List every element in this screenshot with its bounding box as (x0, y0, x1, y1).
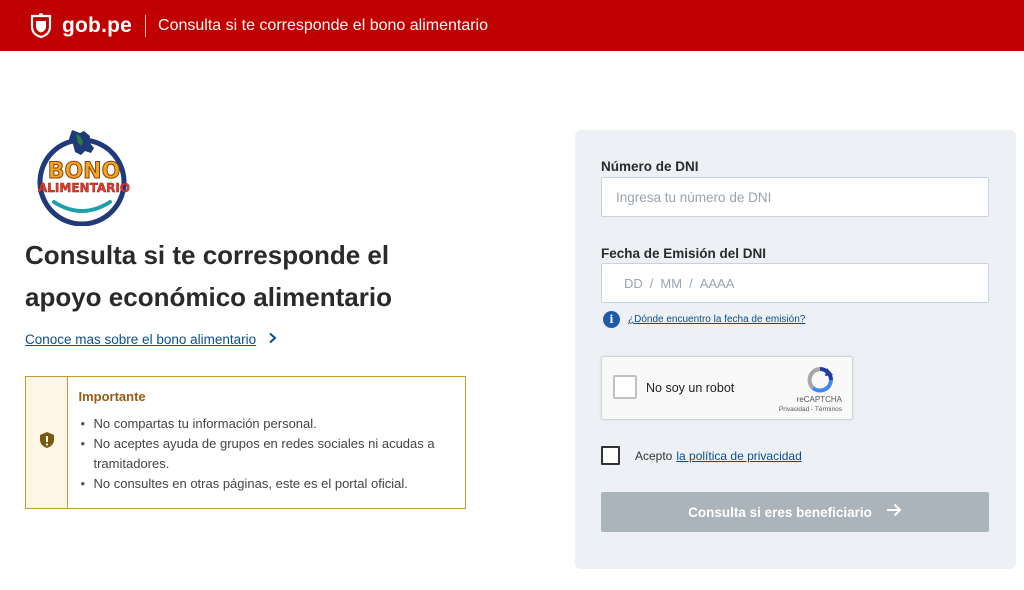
more-info-link-label[interactable]: Conoce mas sobre el bono alimentario (25, 332, 256, 347)
date-separator: / (689, 275, 693, 291)
top-bar: gob.pe Consulta si te corresponde el bon… (0, 0, 1024, 51)
info-icon: i (603, 311, 620, 328)
peru-shield-icon (26, 12, 56, 40)
recaptcha-checkbox[interactable] (613, 375, 637, 399)
privacy-policy-link[interactable]: la política de privacidad (676, 449, 801, 463)
header-divider (145, 14, 147, 37)
arrow-right-icon (886, 502, 902, 522)
privacy-checkbox[interactable] (601, 446, 620, 465)
date-help: i ¿Dónde encuentro la fecha de emisión? (603, 311, 805, 328)
submit-button-label: Consulta si eres beneficiario (688, 504, 872, 520)
chevron-right-icon (268, 331, 277, 347)
page-title: Consulta si te corresponde el apoyo econ… (25, 240, 392, 312)
important-notice: Importante No compartas tu información p… (25, 376, 466, 509)
date-separator: / (649, 275, 654, 291)
more-info-link[interactable]: Conoce mas sobre el bono alimentario (25, 331, 277, 347)
dni-input[interactable] (601, 177, 989, 217)
notice-list: No compartas tu información personal. No… (78, 414, 455, 494)
recaptcha-widget: No soy un robot reCAPTCHA Privacidad - T… (601, 356, 853, 420)
recaptcha-label: No soy un robot (646, 381, 735, 395)
notice-item: No aceptes ayuda de grupos en redes soci… (78, 434, 455, 474)
date-year-placeholder: AAAA (699, 275, 735, 291)
issue-date-input[interactable]: DD / MM / AAAA (601, 263, 989, 303)
warning-shield-icon (39, 431, 55, 454)
recaptcha-brand: reCAPTCHA (796, 395, 842, 404)
bono-alimentario-logo: BONO ALIMENTARIO (32, 126, 136, 227)
date-label: Fecha de Emisión del DNI (601, 246, 767, 261)
date-day-placeholder: DD (624, 275, 643, 291)
submit-button[interactable]: Consulta si eres beneficiario (601, 492, 989, 532)
privacy-consent: Acepto la política de privacidad (601, 446, 802, 465)
notice-item: No consultes en otras páginas, este es e… (78, 474, 455, 494)
notice-sidebar (26, 377, 69, 508)
brand-name[interactable]: gob.pe (62, 14, 132, 38)
notice-title: Importante (78, 389, 146, 404)
recaptcha-icon (805, 366, 835, 394)
recaptcha-terms[interactable]: Privacidad - Términos (779, 406, 842, 413)
dni-label: Número de DNI (601, 159, 699, 174)
header-title: Consulta si te corresponde el bono alime… (158, 16, 488, 34)
notice-item: No compartas tu información personal. (78, 414, 455, 434)
date-help-link[interactable]: ¿Dónde encuentro la fecha de emisión? (628, 314, 805, 325)
privacy-accept-text: Acepto (635, 448, 673, 463)
svg-text:ALIMENTARIO: ALIMENTARIO (38, 181, 130, 195)
date-month-placeholder: MM (660, 275, 683, 291)
